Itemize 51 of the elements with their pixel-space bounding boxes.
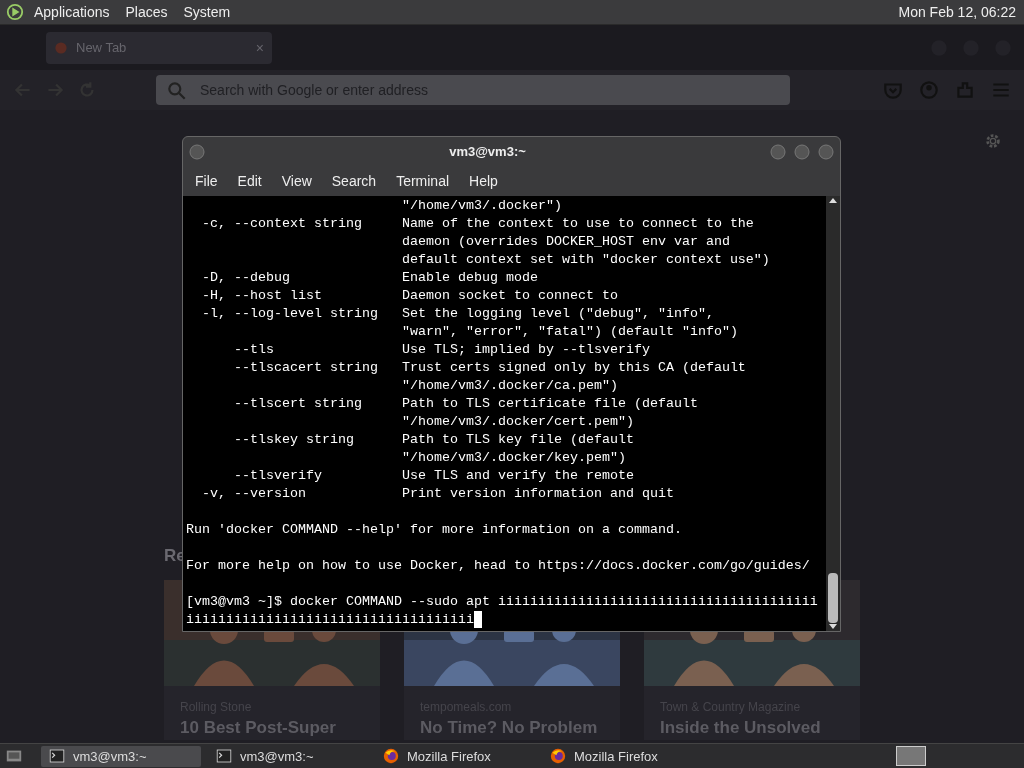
menu-item[interactable]: Search	[323, 173, 385, 189]
terminal-line: iiiiiiiiiiiiiiiiiiiiiiiiiiiiiiiiiiii	[186, 612, 474, 627]
scroll-thumb[interactable]	[828, 573, 838, 623]
taskbar-item[interactable]: vm3@vm3:~	[41, 745, 201, 767]
terminal-line: --tlscert string Path to TLS certificate file (default	[233, 396, 698, 411]
window-menu-icon[interactable]	[189, 143, 205, 160]
menu-item[interactable]: View	[273, 173, 320, 189]
terminal-line: --tls Use TLS; implied by --tlsverify	[233, 342, 650, 357]
terminal-icon	[216, 748, 232, 764]
terminal-icon	[49, 748, 65, 764]
taskbar-item[interactable]: Mozilla Firefox	[375, 745, 535, 767]
terminal-line: daemon (overrides DOCKER_HOST env var and	[400, 234, 730, 249]
panel-menu[interactable]: System	[179, 4, 239, 20]
terminal-line: --tlsverify Use TLS and verify the remote	[233, 468, 634, 483]
terminal-line: "/home/vm3/.docker/cert.pem")	[400, 414, 634, 429]
menu-item[interactable]: File	[187, 173, 226, 189]
window-title: vm3@vm3:~	[448, 144, 527, 159]
terminal-line: "/home/vm3/.docker/ca.pem")	[400, 378, 618, 393]
workspace-switcher[interactable]	[896, 746, 926, 766]
terminal-line: -c, --context string Name of the context to use to connect to the	[201, 216, 754, 231]
terminal-line: "/home/vm3/.docker/key.pem")	[400, 450, 626, 465]
search-icon	[166, 80, 188, 102]
clock[interactable]: Mon Feb 12, 06:22	[898, 4, 1024, 20]
terminal-line: default context set with "docker context use")	[400, 252, 770, 267]
terminal-line: [vm3@vm3 ~]$ docker COMMAND --sudo apt iiiiiiiiiiiiiiiiiiiiiiiiiiiiiiiiiiiiiiii	[186, 594, 818, 609]
terminal-line: For more help on how to use Docker, head to https://docs.docker.com/go/guides/	[186, 558, 810, 573]
terminal-line: "warn", "error", "fatal") (default "info")	[400, 324, 738, 339]
menu-item[interactable]: Edit	[229, 173, 270, 189]
play-logo-icon[interactable]	[6, 3, 24, 21]
panel-menu[interactable]: Applications	[30, 4, 118, 20]
terminal-line: --tlskey string Path to TLS key file (default	[233, 432, 634, 447]
terminal-line: -H, --host list Daemon socket to connect to	[201, 288, 618, 303]
terminal-line: -D, --debug Enable debug mode	[201, 270, 538, 285]
taskbar-item[interactable]: vm3@vm3:~	[208, 745, 368, 767]
down-arrow-icon[interactable]	[828, 623, 838, 631]
terminal-line: "/home/vm3/.docker")	[400, 198, 562, 213]
terminal-line: --tlscacert string Trust certs signed only by this CA (default	[233, 360, 746, 375]
close-button[interactable]	[818, 143, 834, 160]
menu-item[interactable]: Terminal	[388, 173, 458, 189]
account-icon[interactable]	[918, 79, 940, 101]
maximize-button[interactable]	[794, 143, 810, 160]
scrollbar[interactable]	[826, 196, 840, 631]
menu-item[interactable]: Help	[461, 173, 506, 189]
terminal-line: -v, --version Print version information and quit	[201, 486, 674, 501]
terminal-line: -l, --log-level string Set the logging level ("debug", "info",	[201, 306, 714, 321]
terminal-line: Run 'docker COMMAND --help' for more information on a command.	[186, 522, 682, 537]
up-arrow-icon[interactable]	[828, 196, 838, 204]
panel-menu[interactable]: Places	[121, 4, 176, 20]
minimize-button[interactable]	[770, 143, 786, 160]
settings-icon[interactable]	[984, 132, 1002, 150]
taskbar-item[interactable]: Mozilla Firefox	[542, 745, 702, 767]
